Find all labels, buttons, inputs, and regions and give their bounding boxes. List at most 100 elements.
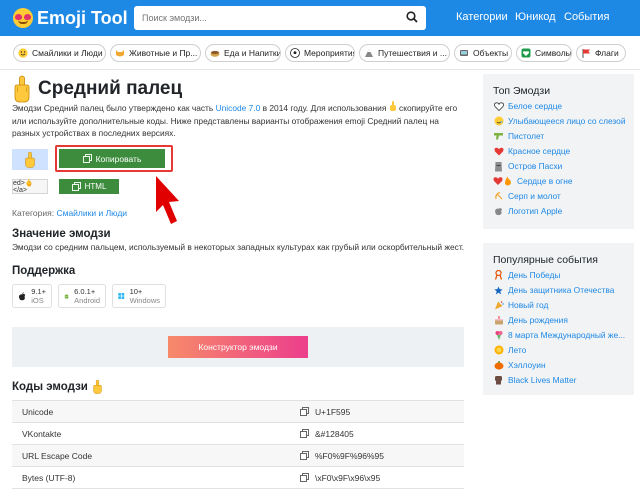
table-row: Unicode U+1F595: [12, 401, 464, 423]
red-heart-icon: [493, 146, 504, 157]
smiley-icon: [18, 48, 28, 58]
apple-icon: [18, 291, 26, 300]
code-value[interactable]: \xF0\x9F\x96\x95: [300, 473, 380, 483]
emoji-constructor-button[interactable]: Конструктор эмодзи: [168, 336, 308, 358]
code-key: URL Escape Code: [22, 450, 93, 461]
copy-icon: [300, 473, 309, 482]
nav-categories[interactable]: Категории: [456, 11, 508, 23]
platform-ios: 9.1+ iOS: [12, 284, 52, 308]
star-icon: [493, 285, 504, 296]
unicode-version-link[interactable]: Unicode 7.0: [216, 103, 261, 113]
top-emoji-item[interactable]: Логотип Apple: [493, 204, 562, 218]
top-emoji-item[interactable]: Улыбающееся лицо со слезой: [493, 114, 626, 128]
search-input[interactable]: [134, 6, 394, 30]
event-item[interactable]: Лето: [493, 343, 526, 357]
heart-symbol-icon: [521, 48, 531, 58]
meaning-heading: Значение эмодзи: [12, 228, 111, 240]
category-activities[interactable]: Мероприятия: [285, 44, 355, 62]
ribbon-icon: [493, 270, 504, 281]
top-emoji-item[interactable]: Остров Пасхи: [493, 159, 562, 173]
platform-windows: 10+ Windows: [112, 284, 166, 308]
emoji-preview-box[interactable]: [12, 149, 48, 170]
event-item[interactable]: День защитника Отечества: [493, 283, 614, 297]
code-value[interactable]: &#128405: [300, 429, 354, 439]
top-emoji-item[interactable]: Серп и молот: [493, 189, 561, 203]
code-value[interactable]: U+1F595: [300, 407, 350, 417]
event-item[interactable]: Хэллоуин: [493, 358, 546, 372]
top-emoji-item[interactable]: Белое сердце: [493, 99, 562, 113]
category-flags[interactable]: Флаги: [576, 44, 626, 62]
hammer-sickle-icon: [493, 191, 504, 202]
event-item[interactable]: День рождения: [493, 313, 568, 327]
table-row: URL Escape Code %F0%9F%96%95: [12, 445, 464, 467]
nav-unicode[interactable]: Юникод: [515, 11, 556, 23]
top-emoji-panel: Топ Эмодзи Белое сердце Улыбающееся лицо…: [483, 74, 634, 229]
party-icon: [493, 300, 504, 311]
event-item[interactable]: 8 марта Международный же...: [493, 328, 625, 342]
event-item[interactable]: День Победы: [493, 268, 560, 282]
event-item[interactable]: Black Lives Matter: [493, 373, 576, 387]
soccer-ball-icon: [290, 48, 300, 58]
sun-icon: [493, 345, 504, 356]
copy-icon: [300, 451, 309, 460]
bouquet-icon: [493, 330, 504, 341]
page-title: Средний палец: [12, 74, 182, 104]
page-title-text: Средний палец: [38, 78, 183, 99]
apple-logo-icon: [493, 206, 504, 217]
middle-finger-small-icon: [93, 380, 102, 394]
codes-table: Unicode U+1F595 VKontakte &#128405 URL E…: [12, 400, 464, 489]
codes-heading: Коды эмодзи: [12, 380, 103, 394]
code-key: Bytes (UTF-8): [22, 472, 76, 483]
category-smileys[interactable]: Смайлики и Люди: [13, 44, 106, 62]
logo-text: Emoji Tool: [37, 7, 128, 28]
copy-icon: [300, 407, 309, 416]
platform-android: 6.0.1+ Android: [58, 284, 106, 308]
category-bar: Смайлики и Люди Животные и Пр... Еда и Н…: [0, 36, 640, 70]
pumpkin-icon: [493, 360, 504, 371]
smiling-tear-icon: [493, 116, 504, 127]
middle-finger-inline-icon: [389, 101, 396, 111]
code-value[interactable]: %F0%9F%96%95: [300, 451, 384, 461]
site-logo[interactable]: Emoji Tool: [13, 7, 128, 29]
top-emoji-item[interactable]: Пистолет: [493, 129, 544, 143]
table-row: VKontakte &#128405: [12, 423, 464, 445]
search-icon[interactable]: [406, 11, 418, 23]
nav-events[interactable]: События: [564, 11, 609, 23]
category-travel[interactable]: Путешествия и ...: [359, 44, 450, 62]
food-icon: [210, 48, 220, 58]
copy-icon: [71, 182, 81, 191]
top-emoji-item[interactable]: Сердце в огне: [493, 174, 573, 188]
pistol-icon: [493, 131, 504, 142]
red-pointer-arrow-icon: [156, 176, 179, 224]
event-item[interactable]: Новый год: [493, 298, 548, 312]
top-header: Emoji Tool Категории Юникод События: [0, 0, 640, 36]
copy-html-button[interactable]: HTML: [59, 179, 119, 194]
copy-button[interactable]: Копировать: [59, 149, 165, 168]
emoji-description: Эмодзи Средний палец было утверждено как…: [12, 101, 458, 138]
copy-icon: [82, 154, 92, 163]
moai-icon: [493, 161, 504, 172]
windows-icon: [118, 293, 125, 299]
popular-events-panel: Популярные события День Победы День защи…: [483, 243, 634, 395]
meaning-text: Эмодзи со средним пальцем, используемый …: [12, 242, 465, 252]
html-code-field[interactable]: ed>🖕</a>: [12, 179, 48, 194]
cat-icon: [115, 48, 125, 58]
search-box: [134, 6, 426, 30]
cake-icon: [493, 315, 504, 326]
top-emoji-heading: Топ Эмодзи: [493, 85, 551, 97]
android-icon: [64, 293, 69, 299]
middle-finger-preview-icon: [25, 151, 35, 168]
category-objects[interactable]: Объекты: [454, 44, 512, 62]
objects-icon: [459, 48, 469, 58]
code-key: VKontakte: [22, 428, 62, 439]
category-animals[interactable]: Животные и Пр...: [110, 44, 201, 62]
code-key: Unicode: [22, 406, 54, 417]
white-heart-icon: [493, 101, 504, 112]
category-food[interactable]: Еда и Напитки: [205, 44, 281, 62]
copy-icon: [300, 429, 309, 438]
emoji-category: Категория: Смайлики и Люди: [12, 208, 128, 218]
category-symbols[interactable]: Символы: [516, 44, 572, 62]
category-link[interactable]: Смайлики и Люди: [56, 208, 127, 218]
top-emoji-item[interactable]: Красное сердце: [493, 144, 570, 158]
travel-icon: [364, 48, 374, 58]
